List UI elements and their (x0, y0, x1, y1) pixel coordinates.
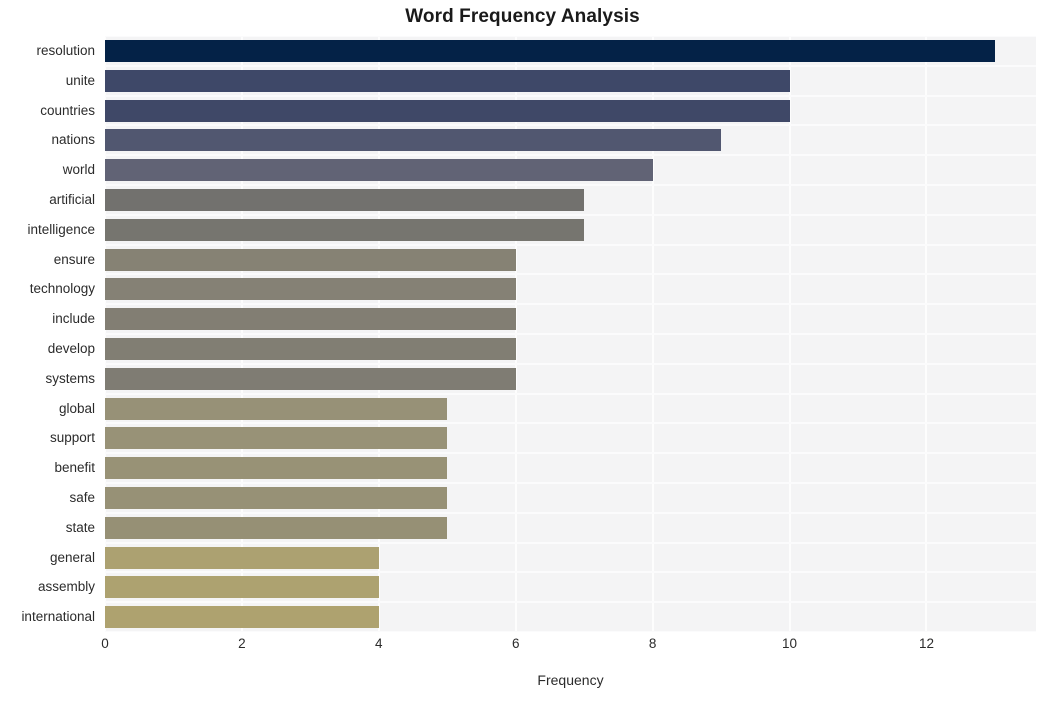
y-axis-tick-label: benefit (54, 460, 95, 476)
y-axis-tick-labels: resolution unite countries nations world arti… (0, 36, 1045, 632)
y-axis-tick-label: general (49, 549, 95, 565)
y-axis-tick-label: assembly (37, 579, 95, 595)
page-title: Word Frequency Analysis (405, 6, 640, 27)
y-axis-tick-label: intelligence (27, 221, 95, 237)
chart-figure: Word Frequency Analysis resolution unite c… (0, 0, 1045, 701)
y-axis-tick-label: unite (65, 72, 95, 88)
y-axis-tick-label: ensure (53, 251, 95, 267)
y-axis-tick-label: safe (69, 489, 95, 505)
y-axis-tick-label: include (52, 311, 95, 327)
y-axis-tick-label: resolution (36, 42, 95, 58)
x-axis-label: Frequency (537, 672, 604, 688)
x-axis-tick-label: 8 (648, 636, 657, 651)
y-axis-tick-label: global (58, 400, 95, 416)
y-axis-tick-label: support (49, 430, 95, 446)
x-axis-tick-label: 6 (511, 636, 520, 651)
y-axis-tick-label: international (21, 609, 95, 625)
y-axis-tick-label: develop (47, 340, 95, 356)
y-axis-tick-label: state (65, 519, 95, 535)
x-axis-tick-label: 4 (375, 636, 383, 651)
y-axis-tick-label: systems (45, 370, 95, 386)
y-axis-tick-label: countries (40, 102, 95, 118)
y-axis-tick-label: world (62, 162, 95, 178)
y-axis-tick-label: technology (29, 281, 95, 297)
x-axis-tick-label: 2 (238, 636, 246, 651)
x-axis-tick-label: 0 (101, 636, 109, 651)
x-axis-tick-label: 12 (918, 636, 934, 651)
y-axis-tick-label: nations (51, 132, 95, 148)
y-axis-tick-label: artificial (49, 191, 95, 207)
x-axis-tick-label: 10 (782, 636, 798, 651)
x-axis-tick-labels: 0 2 4 6 8 10 12 (0, 636, 1045, 662)
